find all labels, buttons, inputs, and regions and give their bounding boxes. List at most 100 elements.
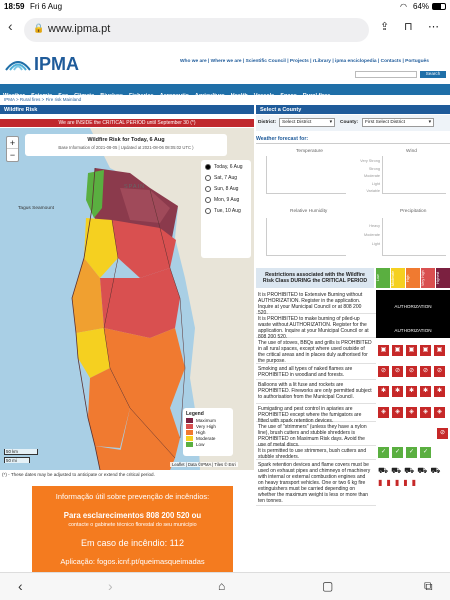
wind-scale: Very Strong Strong Moderate Light Variable	[360, 159, 380, 193]
address-bar[interactable]: 🔒 www.ipma.pt	[24, 18, 369, 42]
humidity-chart	[266, 218, 346, 256]
day-option-today[interactable]: Today, 6 Aug	[205, 164, 247, 170]
day-option-mon[interactable]: Mon, 9 Aug	[205, 197, 247, 203]
extinguisher-icon: ▮	[411, 478, 417, 487]
bbq-icon: ▣	[420, 345, 431, 356]
more-tabs-icon[interactable]: ⧉	[424, 579, 433, 594]
strimmer-icon: ✓	[378, 447, 389, 458]
link-where-we-are[interactable]: Where we are	[211, 59, 242, 64]
search-button[interactable]: Search	[420, 71, 446, 78]
home-icon[interactable]: ⌂	[218, 579, 225, 593]
district-select[interactable]: Select District ▾	[279, 118, 335, 127]
battery-percent: 64%	[413, 2, 430, 11]
fire-prevention-banner[interactable]: Informação útil sobre prevenção de incên…	[32, 486, 233, 581]
rule-row: Smoking and all types of naked flames ar…	[256, 364, 450, 380]
link-enciclopedia[interactable]: ipma enciclopedia	[335, 59, 377, 64]
legend-moderate: Moderate	[186, 436, 230, 441]
nav-fisheries[interactable]: Fisheries	[126, 91, 157, 99]
breadcrumb: IPMA > Rural fires > Fire risk Mainland	[4, 97, 82, 102]
link-who-we-are[interactable]: Who we are	[180, 59, 207, 64]
back-icon[interactable]: ‹	[18, 578, 23, 594]
ipma-logo-icon[interactable]	[4, 54, 32, 72]
temperature-label: Temperature	[296, 149, 323, 154]
link-scientific-council[interactable]: Scientific Council	[246, 59, 286, 64]
nav-health[interactable]: Health	[228, 91, 251, 99]
bbq-icon: ▣	[434, 345, 445, 356]
strimmer-icons: ⊘	[376, 422, 450, 446]
status-bar: 18:59 Fri 6 Aug ◠ 64%	[0, 0, 450, 14]
fireworks-icon: ✱	[420, 386, 431, 397]
fireworks-icons: ✱ ✱ ✱ ✱ ✱	[376, 380, 450, 404]
district-label: District:	[258, 120, 277, 125]
strimmer-ok-icons: ✓ ✓ ✓ ✓	[376, 446, 450, 460]
rule-text: The use of stoves, BBQs and grills is PR…	[256, 338, 376, 364]
rule-row: It is permitted to use strimmers, bush c…	[256, 446, 450, 460]
fireworks-icon: ✱	[392, 386, 403, 397]
nav-agriculture[interactable]: Agriculture	[192, 91, 228, 99]
nav-vessels[interactable]: Vessels	[251, 91, 278, 99]
spain-label: SPAIN	[124, 184, 146, 190]
day-option-sat[interactable]: Sat, 7 Aug	[205, 175, 247, 181]
share-icon[interactable]: ⇪	[380, 20, 389, 33]
legend-maximum: Maximum	[186, 418, 230, 423]
zoom-out-button[interactable]: −	[7, 149, 18, 161]
no-smoking-icon: ⊘	[392, 366, 403, 377]
link-contacts[interactable]: Contacts	[381, 59, 402, 64]
link-portugues[interactable]: Português	[405, 59, 429, 64]
rule-text: It is PROHIBITED to Extensive Burning wi…	[256, 290, 376, 316]
precipitation-scale: Heavy Moderate Light	[363, 224, 380, 246]
legend-low: Low	[186, 442, 230, 447]
top-links: Who we are | Where we are | Scientific C…	[180, 59, 429, 64]
logo-text[interactable]: IPMA	[34, 54, 79, 75]
day-option-sun[interactable]: Sun, 8 Aug	[205, 186, 247, 192]
legend-high: High	[186, 430, 230, 435]
apiary-icon: ◈	[378, 407, 389, 418]
rule-text: Smoking and all types of naked flames ar…	[256, 364, 376, 380]
bookmark-icon[interactable]: ⊓	[404, 20, 413, 33]
day-option-tue[interactable]: Tue, 10 Aug	[205, 208, 247, 214]
risk-header-low: Low	[376, 268, 390, 288]
nav-space[interactable]: Space	[277, 91, 299, 99]
crumb-rural-fires[interactable]: Rural fires	[20, 97, 41, 102]
browser-bottom-bar: ‹ › ⌂ ▢ ⧉	[0, 572, 450, 600]
forward-icon[interactable]: ›	[108, 578, 113, 594]
county-select[interactable]: First Select District ▾	[362, 118, 434, 127]
map-attribution[interactable]: Leaflet | Data ©IPMA | Tiles © Esri	[170, 462, 238, 467]
rule-row: It is PROHIBITED to make burning of pile…	[256, 314, 450, 340]
forecast-panel: Temperature Wind Very Strong Strong Modera…	[256, 146, 450, 264]
authorization-badge: AUTHORIZATION	[376, 290, 450, 314]
strimmer-icon: ✓	[406, 447, 417, 458]
bbq-icon: ▣	[378, 345, 389, 356]
back-icon[interactable]: ‹	[8, 18, 13, 34]
restrictions-list: It is PROHIBITED to Extensive Burning wi…	[256, 290, 450, 506]
crumb-fire-risk[interactable]: Fire risk Mainland	[46, 97, 82, 102]
zoom-control: + −	[6, 136, 19, 162]
zoom-in-button[interactable]: +	[7, 137, 18, 149]
risk-header-high: High	[406, 268, 420, 288]
machinery-icons: ⛟ ⛟ ⛟ ⛟ ⛟ ▮ ▮ ▮ ▮ ▮	[376, 460, 450, 506]
battery-icon	[432, 3, 446, 10]
extinguisher-icon: ▮	[386, 478, 391, 487]
risk-header-highest: Highest	[436, 268, 450, 288]
humidity-label: Relative Humidity	[290, 209, 328, 214]
footnote: (*) - These dates may be adjusted to ant…	[2, 472, 155, 477]
wifi-icon: ◠	[400, 2, 407, 11]
crumb-ipma[interactable]: IPMA	[4, 97, 15, 102]
county-form: District: Select District ▾ County: First…	[256, 115, 450, 131]
search-input[interactable]	[355, 71, 417, 78]
risk-map[interactable]: + − Wildfire Risk for Today, 6 Aug Base …	[0, 128, 254, 470]
temperature-chart	[266, 156, 346, 194]
select-county-title: Select a County	[256, 105, 450, 114]
scale-km: 50 km	[4, 449, 38, 455]
nav-bivalves[interactable]: Bivalves	[97, 91, 126, 99]
rule-row: Spark retention devices and flame covers…	[256, 460, 450, 506]
link-projects[interactable]: Projects	[290, 59, 309, 64]
tractor-icon: ⛟	[417, 466, 428, 475]
nav-rural-fires[interactable]: Rural fires	[300, 91, 334, 99]
tabs-icon[interactable]: ▢	[322, 579, 333, 593]
status-time: 18:59	[4, 2, 25, 11]
apiary-icon: ◈	[392, 407, 403, 418]
more-icon[interactable]: ⋯	[428, 20, 439, 33]
nav-aeronautic[interactable]: Aeronautic	[157, 91, 192, 99]
link-rlibrary[interactable]: rLibrary	[313, 59, 331, 64]
